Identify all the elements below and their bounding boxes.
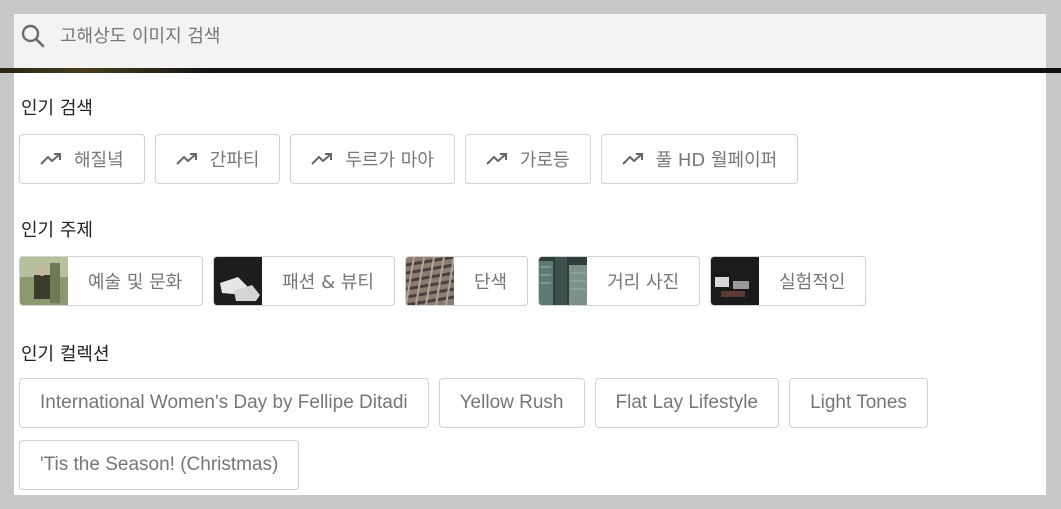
topic-chip-street-photography[interactable]: 거리 사진 [538,256,701,306]
popular-searches-title: 인기 검색 [21,98,93,119]
trending-icon [175,153,197,165]
collection-chip[interactable]: Light Tones [789,378,928,428]
search-chip-label: 가로등 [519,150,570,171]
collection-chip[interactable]: 'Tis the Season! (Christmas) [19,440,300,490]
search-chip-ganpati[interactable]: 간파티 [154,134,281,184]
search-chip-full-hd-wallpaper[interactable]: 풀 HD 월페이퍼 [600,134,799,184]
topic-chip-fashion-beauty[interactable]: 패션 & 뷰티 [213,256,395,306]
search-bar [14,14,1046,70]
search-chip-durga-maa[interactable]: 두르가 마아 [290,134,455,184]
topic-chip-art-culture[interactable]: 예술 및 문화 [19,256,204,306]
trending-icon [621,153,643,165]
topic-chip-label: 단색 [473,272,508,293]
search-chip-label: 해질녘 [74,150,124,171]
popular-collections-title: 인기 컬렉션 [21,344,110,365]
search-chip-label: 두르가 마아 [345,150,434,171]
search-chip-streetlight[interactable]: 가로등 [464,134,591,184]
topic-chip-monochrome[interactable]: 단색 [404,256,529,306]
search-chip-label: 풀 HD 월페이퍼 [655,150,778,171]
street-buildings-thumbnail [539,257,588,305]
popular-collections-row-2: 'Tis the Season! (Christmas) [19,440,300,490]
search-chip-label: 간파티 [209,150,260,171]
search-input[interactable] [60,20,960,52]
topic-chip-label: 패션 & 뷰티 [282,272,374,293]
collection-chip[interactable]: Flat Lay Lifestyle [594,378,780,428]
fashion-sneakers-thumbnail [214,257,263,305]
trending-icon [311,153,333,165]
popular-topics-title: 인기 주제 [21,220,93,241]
experimental-thumbnail [711,257,760,305]
trending-icon [40,153,61,165]
topic-chip-label: 예술 및 문화 [88,272,183,293]
art-culture-thumbnail [20,257,68,305]
monochrome-texture-thumbnail [405,257,454,305]
collection-chip[interactable]: Yellow Rush [438,378,585,428]
popular-searches-row: 해질녘 간파티 두르가 마아 가로등 풀 HD 월페이퍼 [19,134,799,184]
topic-chip-label: 실험적인 [779,272,846,293]
trending-icon [486,153,507,165]
collection-chip[interactable]: International Women's Day by Fellipe Dit… [19,378,429,428]
topic-chip-experimental[interactable]: 실험적인 [710,256,867,306]
topic-chip-label: 거리 사진 [607,272,680,293]
popular-topics-row: 예술 및 문화 패션 & 뷰티 단색 거리 사진 실험적인 [19,256,867,306]
search-dropdown-panel: 인기 검색 해질녘 간파티 두르가 마아 가로등 풀 HD 월페이퍼 인기 주제 [0,14,1061,495]
search-icon[interactable] [20,23,46,49]
search-chip-sunset[interactable]: 해질녘 [19,134,145,184]
background-image-strip [0,68,1061,73]
popular-collections-row-1: International Women's Day by Fellipe Dit… [19,378,928,428]
